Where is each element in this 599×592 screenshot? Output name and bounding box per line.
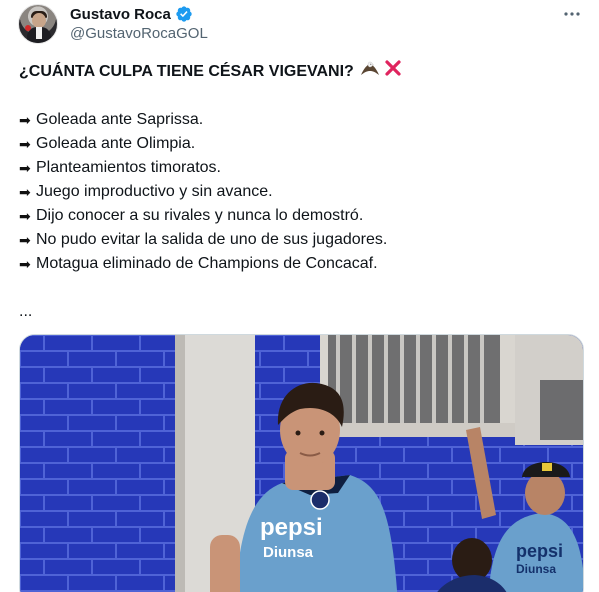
- tweet-card: Gustavo Roca @GustavoRocaGOL ¿CUÁNTA CUL…: [0, 0, 599, 592]
- tweet-headline: ¿CUÁNTA CULPA TIENE CÉSAR VIGEVANI?: [19, 60, 584, 84]
- right-arrow-icon: ➡: [19, 208, 31, 224]
- verified-badge-icon: [176, 6, 192, 22]
- bullet-line: ➡ Motagua eliminado de Champions de Conca…: [19, 252, 584, 276]
- bullet-line: ➡ Juego improductivo y sin avance.: [19, 180, 584, 204]
- tweet-text: ¿CUÁNTA CULPA TIENE CÉSAR VIGEVANI? ➡ Gol…: [19, 60, 584, 324]
- background-jersey-main: pepsi: [516, 541, 563, 561]
- right-arrow-icon: ➡: [19, 232, 31, 248]
- photo-scene: pepsi Diunsa pepsi Diunsa: [20, 335, 583, 592]
- background-jersey-sub: Diunsa: [516, 562, 556, 576]
- author-handle[interactable]: @GustavoRocaGOL: [70, 25, 208, 42]
- author-name-row: Gustavo Roca: [70, 5, 193, 23]
- headline-text: ¿CUÁNTA CULPA TIENE CÉSAR VIGEVANI?: [19, 63, 354, 80]
- tweet-photo[interactable]: pepsi Diunsa pepsi Diunsa: [19, 334, 584, 592]
- ellipsis-text: ...: [19, 303, 33, 320]
- jersey-text-main: pepsi: [260, 514, 323, 541]
- right-arrow-icon: ➡: [19, 256, 31, 272]
- right-arrow-icon: ➡: [19, 112, 31, 128]
- bullet-line: ➡ Goleada ante Saprissa.: [19, 108, 584, 132]
- red-x-icon: [384, 59, 402, 85]
- author-display-name[interactable]: Gustavo Roca: [70, 6, 171, 23]
- bullet-line: ➡ Goleada ante Olimpia.: [19, 132, 584, 156]
- eagle-icon: [360, 59, 380, 85]
- right-arrow-icon: ➡: [19, 160, 31, 176]
- right-arrow-icon: ➡: [19, 184, 31, 200]
- right-arrow-icon: ➡: [19, 136, 31, 152]
- jersey-text-sub: Diunsa: [263, 544, 314, 561]
- bullet-line: ➡ No pudo evitar la salida de uno de sus …: [19, 228, 584, 252]
- more-options-icon[interactable]: [562, 4, 582, 24]
- bullet-line: ➡ Dijo conocer a su rivales y nunca lo de…: [19, 204, 584, 228]
- avatar[interactable]: [18, 4, 58, 44]
- bullet-line: ➡ Planteamientos timoratos.: [19, 156, 584, 180]
